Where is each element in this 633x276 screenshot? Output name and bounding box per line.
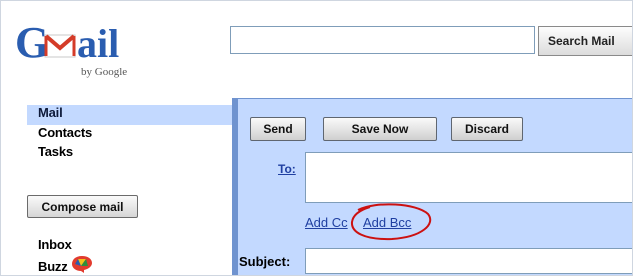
logo-letters-ail: ail: [77, 21, 119, 66]
gmail-compose-window: G ail by Google Search Mail Mail Contact…: [0, 0, 633, 276]
sidebar-item-mail[interactable]: Mail: [38, 105, 63, 120]
logo-letter-g: G: [15, 18, 49, 67]
subject-field[interactable]: [305, 248, 632, 274]
buzz-icon: [72, 256, 92, 273]
envelope-icon: [44, 34, 76, 58]
add-bcc-link[interactable]: Add Bcc: [363, 215, 411, 230]
gmail-logo[interactable]: G ail by Google: [11, 13, 151, 83]
logo-by-google: by Google: [81, 66, 127, 78]
sidebar-item-tasks[interactable]: Tasks: [38, 144, 73, 159]
to-field[interactable]: [305, 152, 632, 203]
to-label-link[interactable]: To:: [278, 162, 296, 176]
sidebar-item-inbox[interactable]: Inbox: [38, 237, 72, 252]
discard-button[interactable]: Discard: [451, 117, 523, 141]
send-button[interactable]: Send: [250, 117, 306, 141]
save-now-button[interactable]: Save Now: [323, 117, 437, 141]
compose-mail-button[interactable]: Compose mail: [27, 195, 138, 218]
add-cc-link[interactable]: Add Cc: [305, 215, 348, 230]
search-mail-button[interactable]: Search Mail: [538, 26, 632, 56]
sidebar-item-contacts[interactable]: Contacts: [38, 125, 92, 140]
sidebar-item-buzz[interactable]: Buzz: [38, 259, 68, 274]
search-input[interactable]: [230, 26, 535, 54]
subject-label: Subject:: [239, 254, 291, 269]
